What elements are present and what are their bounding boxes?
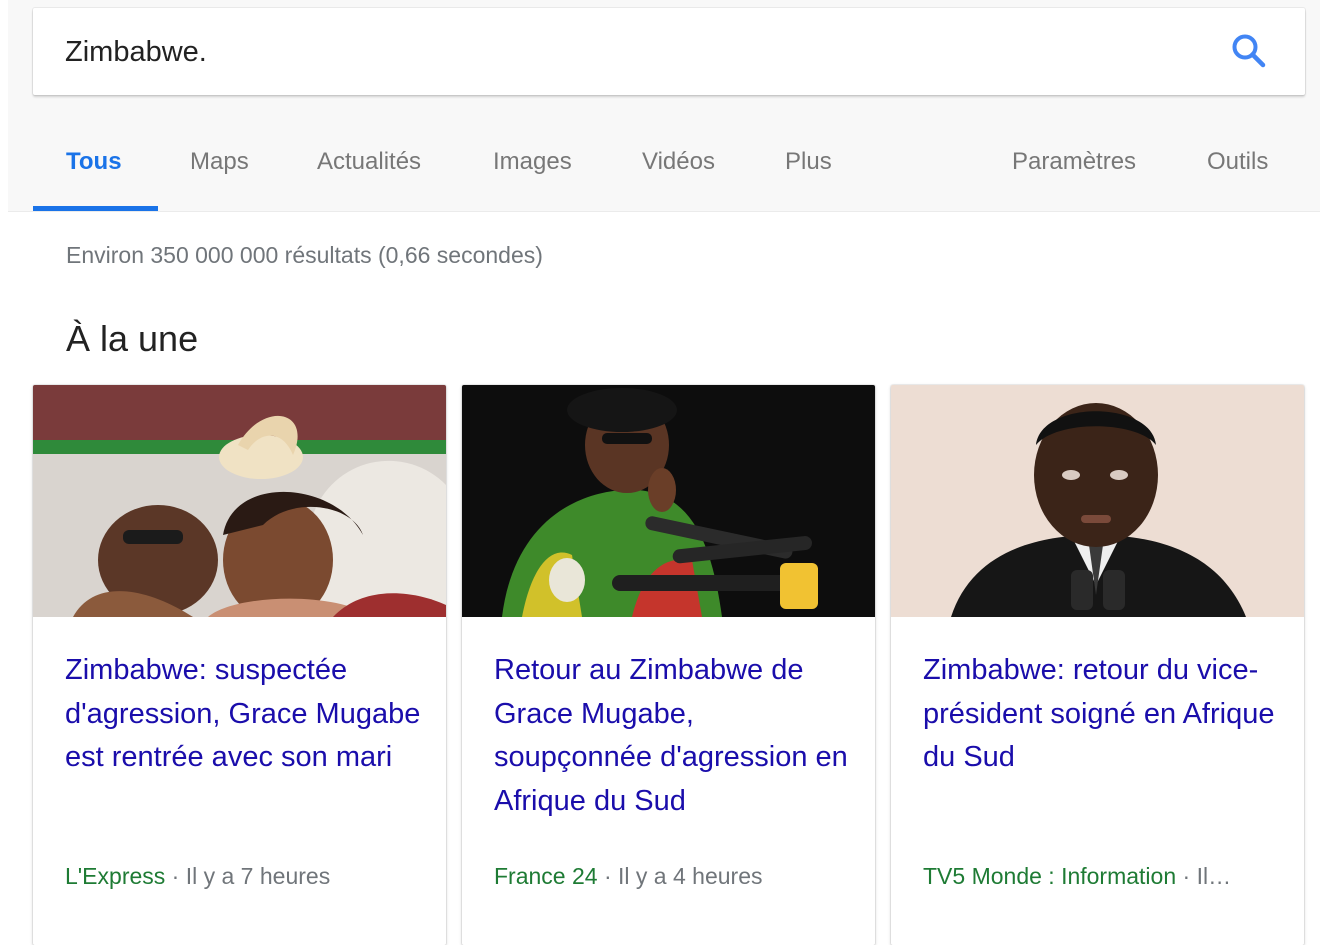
tab-plus[interactable]: Plus <box>785 148 832 176</box>
news-title-link[interactable]: Retour au Zimbabwe de Grace Mugabe, soup… <box>494 649 854 823</box>
news-thumbnail <box>462 385 875 617</box>
header-margin-right <box>1320 0 1328 212</box>
tab-outils[interactable]: Outils <box>1207 148 1268 176</box>
news-time: Il y a 4 heures <box>618 863 763 889</box>
active-tab-indicator <box>33 206 158 211</box>
news-title-link[interactable]: Zimbabwe: retour du vice-président soign… <box>923 649 1283 780</box>
search-box <box>33 8 1305 95</box>
news-card[interactable]: Retour au Zimbabwe de Grace Mugabe, soup… <box>462 385 875 945</box>
news-card[interactable]: Zimbabwe: retour du vice-président soign… <box>891 385 1304 945</box>
top-stories-heading: À la une <box>66 318 199 359</box>
news-card[interactable]: Zimbabwe: suspectée d'agression, Grace M… <box>33 385 446 945</box>
news-thumbnail <box>891 385 1304 617</box>
meta-separator: · <box>603 863 619 889</box>
news-meta: L'Express · Il y a 7 heures <box>65 863 425 890</box>
header-area: Tous Maps Actualités Images Vidéos Plus … <box>0 0 1328 212</box>
tab-images[interactable]: Images <box>493 148 572 176</box>
tab-parametres[interactable]: Paramètres <box>1012 148 1136 176</box>
header-margin-left <box>0 0 8 212</box>
meta-separator: · <box>1182 863 1197 889</box>
search-button[interactable] <box>1227 30 1271 74</box>
news-time: Il… <box>1196 863 1232 889</box>
tab-videos[interactable]: Vidéos <box>642 148 715 176</box>
tab-actualites[interactable]: Actualités <box>317 148 421 176</box>
meta-separator: · <box>171 863 186 889</box>
news-time: Il y a 7 heures <box>185 863 331 889</box>
tab-maps[interactable]: Maps <box>190 148 249 176</box>
news-source: France 24 <box>494 863 598 889</box>
search-input[interactable] <box>65 32 1215 72</box>
search-icon <box>1232 34 1266 68</box>
news-source: L'Express <box>65 863 166 889</box>
tab-tous[interactable]: Tous <box>66 148 122 176</box>
news-thumbnail <box>33 385 446 617</box>
search-tabs: Tous Maps Actualités Images Vidéos Plus … <box>33 130 1305 212</box>
result-stats: Environ 350 000 000 résultats (0,66 seco… <box>66 242 543 268</box>
news-source: TV5 Monde : Information <box>923 863 1177 889</box>
news-title-link[interactable]: Zimbabwe: suspectée d'agression, Grace M… <box>65 649 425 780</box>
news-meta: TV5 Monde : Information · Il… <box>923 863 1283 890</box>
news-meta: France 24 · Il y a 4 heures <box>494 863 854 890</box>
